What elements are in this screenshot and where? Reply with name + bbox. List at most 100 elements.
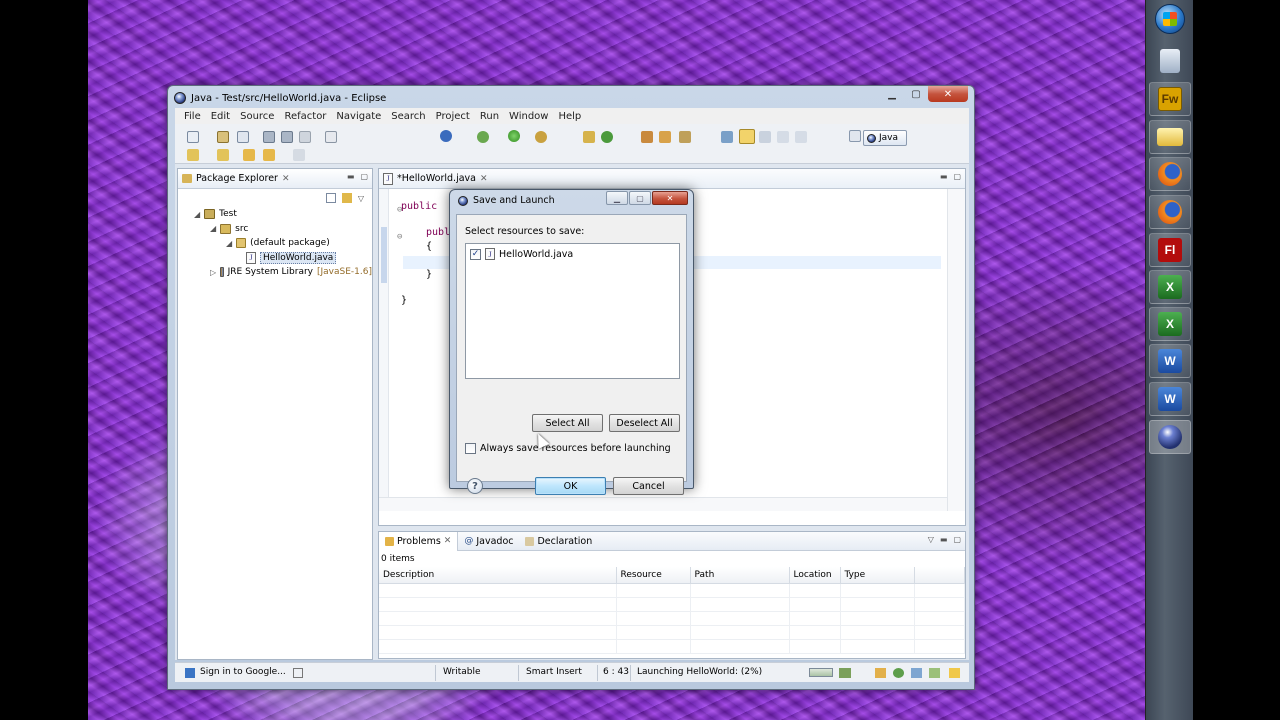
sign-in-link[interactable]: Sign in to Google...: [200, 667, 286, 677]
save-all-icon[interactable]: [281, 131, 293, 143]
eclipse-icon[interactable]: [1149, 420, 1191, 454]
minimize-view-icon[interactable]: ▬: [940, 172, 948, 181]
select-all-button[interactable]: Select All: [532, 414, 603, 432]
menu-refactor[interactable]: Refactor: [279, 111, 331, 122]
column-header-path[interactable]: Path: [690, 567, 790, 584]
last-edit-icon[interactable]: [243, 149, 255, 161]
word-icon[interactable]: W: [1149, 382, 1191, 416]
computer-icon[interactable]: [1149, 44, 1191, 78]
maximize-view-icon[interactable]: ▢: [360, 172, 368, 181]
fireworks-icon[interactable]: Fw: [1149, 82, 1191, 116]
flash-icon[interactable]: Fl: [1149, 233, 1191, 267]
always-save-checkbox[interactable]: [465, 443, 476, 454]
toggle-icon[interactable]: [440, 130, 452, 142]
firefox-icon[interactable]: [1149, 157, 1191, 191]
minimize-view-icon[interactable]: ▬: [940, 535, 948, 544]
expand-icon[interactable]: ◢: [226, 239, 232, 248]
column-header-description[interactable]: Description: [379, 567, 617, 584]
column-header-resource[interactable]: Resource: [616, 567, 691, 584]
maximize-view-icon[interactable]: ▢: [953, 535, 961, 544]
next-annotation-icon[interactable]: [187, 149, 199, 161]
print-icon[interactable]: [299, 131, 311, 143]
resource-checkbox[interactable]: ✓: [470, 248, 481, 260]
menu-search[interactable]: Search: [386, 111, 430, 122]
cancel-button[interactable]: Cancel: [613, 477, 684, 495]
help-icon[interactable]: ?: [467, 478, 483, 494]
debug-icon[interactable]: [477, 131, 489, 143]
package-explorer-tab[interactable]: Package Explorer ✕ ▬ ▢: [178, 169, 372, 189]
excel-icon[interactable]: X: [1149, 270, 1191, 304]
expand-icon[interactable]: ◢: [194, 210, 200, 219]
tree-item-src[interactable]: ◢ src: [184, 222, 372, 237]
open-perspective-icon[interactable]: [849, 130, 861, 142]
new-icon[interactable]: [187, 131, 199, 143]
menu-navigate[interactable]: Navigate: [331, 111, 386, 122]
minimize-button[interactable]: ▁: [880, 86, 904, 102]
tree-item-helloworld[interactable]: J HelloWorld.java: [184, 251, 372, 266]
maximize-view-icon[interactable]: ▢: [953, 172, 961, 181]
close-tab-icon[interactable]: ✕: [282, 174, 290, 184]
link-with-editor-icon[interactable]: [341, 193, 352, 203]
menu-edit[interactable]: Edit: [206, 111, 235, 122]
always-save-option[interactable]: Always save resources before launching: [465, 443, 671, 454]
expand-icon[interactable]: ▷: [210, 268, 216, 277]
open-task-icon[interactable]: [659, 131, 671, 143]
collapse-all-icon[interactable]: [325, 193, 336, 203]
tree-item-default-package[interactable]: ◢ (default package): [184, 236, 372, 251]
open-type-icon[interactable]: [217, 131, 229, 143]
forward-icon[interactable]: [293, 149, 305, 161]
tab-problems[interactable]: Problems ✕: [379, 531, 459, 551]
run-icon[interactable]: [508, 130, 520, 142]
new-class-wizard-icon[interactable]: [601, 131, 613, 143]
excel-icon[interactable]: X: [1149, 307, 1191, 341]
folder-icon[interactable]: [1149, 120, 1191, 154]
status-tool-icon[interactable]: [949, 668, 960, 678]
status-tool-icon[interactable]: [911, 668, 922, 678]
horizontal-scrollbar[interactable]: [379, 497, 947, 511]
dialog-minimize-button[interactable]: ▁: [606, 191, 628, 205]
ok-button[interactable]: OK: [535, 477, 606, 495]
tab-javadoc[interactable]: @ Javadoc: [458, 532, 519, 551]
tree-item-project[interactable]: ◢ Test: [184, 207, 372, 222]
menu-file[interactable]: File: [179, 111, 206, 122]
menu-source[interactable]: Source: [235, 111, 279, 122]
column-header-type[interactable]: Type: [840, 567, 915, 584]
prev-annotation-icon[interactable]: [217, 149, 229, 161]
menu-help[interactable]: Help: [553, 111, 586, 122]
menu-project[interactable]: Project: [431, 111, 475, 122]
new-class-icon[interactable]: [237, 131, 249, 143]
open-folder-icon[interactable]: [641, 131, 653, 143]
status-tool-icon[interactable]: [929, 668, 940, 678]
windows-start-icon[interactable]: [1149, 2, 1191, 36]
back-icon[interactable]: [263, 149, 275, 161]
annotation-icon[interactable]: [721, 131, 733, 143]
mark-occurrences-icon[interactable]: [739, 129, 755, 144]
close-tab-icon[interactable]: ✕: [444, 536, 452, 546]
open-console-icon[interactable]: [325, 131, 337, 143]
column-header-location[interactable]: Location: [789, 567, 841, 584]
menu-window[interactable]: Window: [504, 111, 553, 122]
deselect-all-button[interactable]: Deselect All: [609, 414, 680, 432]
menu-run[interactable]: Run: [475, 111, 504, 122]
view-menu-icon[interactable]: ▽: [358, 194, 364, 203]
fold-icon[interactable]: ⊖: [397, 232, 402, 242]
save-icon[interactable]: [263, 131, 275, 143]
java-perspective-button[interactable]: Java: [863, 130, 907, 146]
status-tool-icon[interactable]: [875, 668, 886, 678]
close-button[interactable]: ✕: [928, 86, 968, 102]
status-tool-icon[interactable]: [893, 668, 904, 678]
search-icon[interactable]: [679, 131, 691, 143]
dialog-maximize-button[interactable]: ▢: [629, 191, 651, 205]
editor-tab[interactable]: J *HelloWorld.java ✕ ▬ ▢: [379, 169, 965, 189]
close-tab-icon[interactable]: ✕: [480, 174, 488, 184]
dialog-close-button[interactable]: ✕: [652, 191, 688, 205]
fast-view-icon[interactable]: [293, 668, 303, 678]
tab-declaration[interactable]: Declaration: [519, 532, 598, 551]
minimize-view-icon[interactable]: ▬: [347, 172, 355, 181]
maximize-button[interactable]: ▢: [904, 86, 928, 102]
list-item[interactable]: ✓ J HelloWorld.java: [470, 248, 573, 260]
tree-item-jre-library[interactable]: ▷ JRE System Library [JavaSE-1.6]: [184, 265, 372, 280]
word-icon[interactable]: W: [1149, 344, 1191, 378]
show-whitespace-icon[interactable]: [777, 131, 789, 143]
pilcrow-icon[interactable]: [795, 131, 807, 143]
